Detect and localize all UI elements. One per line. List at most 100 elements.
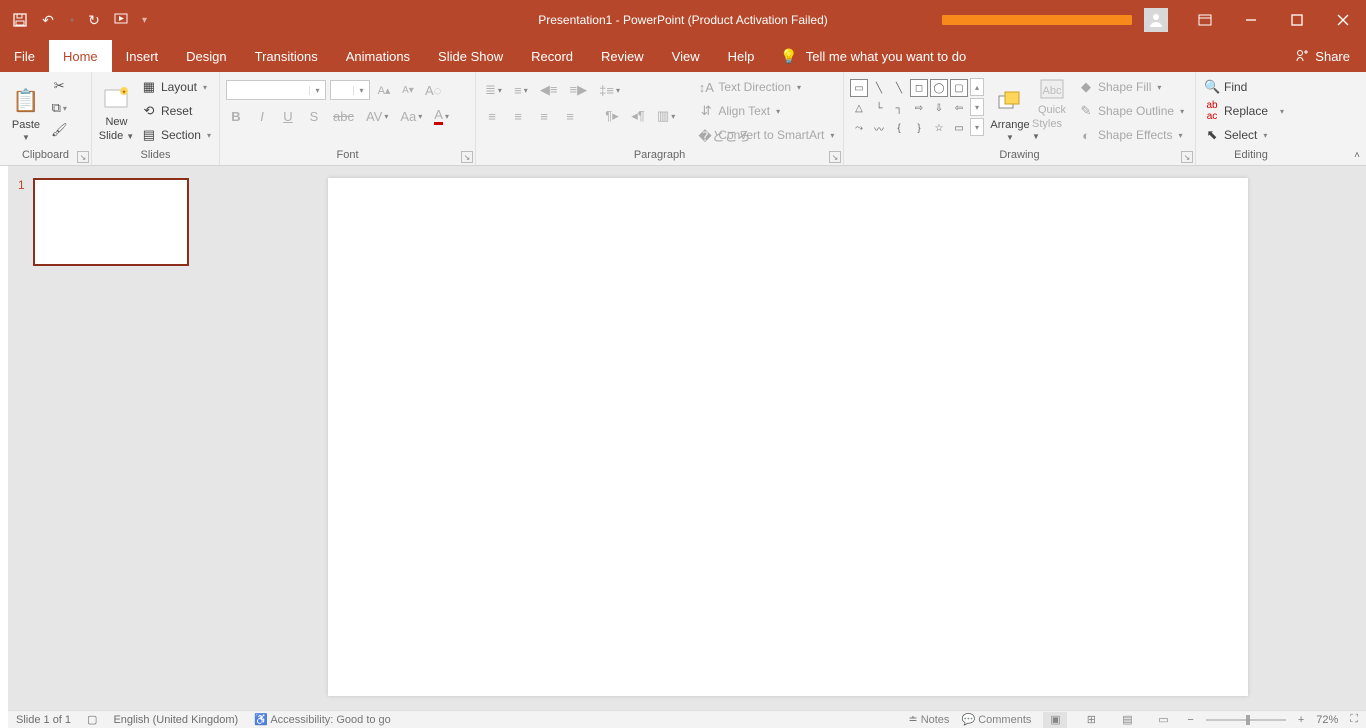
- justify-button[interactable]: ≡: [560, 106, 580, 126]
- rtl-button[interactable]: ◂¶: [628, 106, 648, 126]
- clear-formatting-button[interactable]: A◌: [422, 80, 444, 100]
- decrease-indent-button[interactable]: ◀≡: [537, 80, 561, 100]
- tab-view[interactable]: View: [658, 40, 714, 72]
- font-dialog-launcher[interactable]: ↘: [461, 151, 473, 163]
- find-button[interactable]: 🔍Find: [1202, 76, 1286, 98]
- tab-help[interactable]: Help: [714, 40, 769, 72]
- convert-smartart-button[interactable]: �ところConvert to SmartArt▾: [696, 124, 836, 146]
- thumbnail-row[interactable]: 1: [18, 178, 206, 266]
- zoom-slider[interactable]: [1206, 719, 1286, 721]
- layout-button[interactable]: ▦Layout▾: [139, 76, 213, 98]
- char-spacing-button[interactable]: AV▾: [363, 106, 391, 126]
- shape-freeform-icon[interactable]: 〰: [870, 119, 888, 137]
- italic-button[interactable]: I: [252, 106, 272, 126]
- shape-connector-icon[interactable]: └: [870, 99, 888, 117]
- font-name-combo[interactable]: ▾: [226, 80, 326, 100]
- decrease-font-button[interactable]: A▾: [398, 80, 418, 100]
- slide-canvas-area[interactable]: [216, 166, 1366, 710]
- slide-thumbnail-1[interactable]: [33, 178, 189, 266]
- paste-button[interactable]: 📋 Paste ▼: [6, 76, 46, 142]
- tab-file[interactable]: File: [0, 40, 49, 72]
- tab-slide-show[interactable]: Slide Show: [424, 40, 517, 72]
- shape-oval-icon[interactable]: ◯: [930, 79, 948, 97]
- gallery-expand-icon[interactable]: ▾: [970, 118, 984, 136]
- reset-button[interactable]: ⟲Reset: [139, 100, 213, 122]
- bullets-button[interactable]: ≣▾: [482, 80, 505, 100]
- shape-line-icon[interactable]: ╲: [870, 79, 888, 97]
- redo-icon[interactable]: ↻: [86, 12, 102, 28]
- ltr-button[interactable]: ¶▸: [602, 106, 622, 126]
- paragraph-dialog-launcher[interactable]: ↘: [829, 151, 841, 163]
- scroll-down-icon[interactable]: ▾: [970, 98, 984, 116]
- tab-design[interactable]: Design: [172, 40, 240, 72]
- zoom-level[interactable]: 72%: [1316, 714, 1338, 726]
- comments-button[interactable]: 💬 Comments: [961, 713, 1031, 726]
- line-spacing-button[interactable]: ‡≡▾: [596, 80, 623, 100]
- align-center-button[interactable]: ≡: [508, 106, 528, 126]
- shape-arrow-left-icon[interactable]: ⇦: [950, 99, 968, 117]
- shape-elbow-icon[interactable]: ┐: [890, 99, 908, 117]
- drawing-dialog-launcher[interactable]: ↘: [1181, 151, 1193, 163]
- zoom-in-button[interactable]: +: [1298, 714, 1304, 726]
- shape-line2-icon[interactable]: ╲: [890, 79, 908, 97]
- shape-effects-button[interactable]: ◐Shape Effects▾: [1076, 124, 1186, 146]
- shapes-gallery[interactable]: ▭ ╲ ╲ ◻ ◯ ▢ △ └ ┐ ⇨ ⇩ ⇦ ⤳ 〰 { } ☆: [850, 79, 968, 137]
- undo-more-icon[interactable]: ▾: [70, 16, 74, 25]
- tab-transitions[interactable]: Transitions: [241, 40, 332, 72]
- spellcheck-icon[interactable]: ▢: [87, 713, 97, 726]
- shape-arrow-right-icon[interactable]: ⇨: [910, 99, 928, 117]
- increase-font-button[interactable]: A▴: [374, 80, 394, 100]
- shape-action-icon[interactable]: ▭: [950, 119, 968, 137]
- account-avatar-icon[interactable]: [1144, 8, 1168, 32]
- slide-thumbnail-pane[interactable]: 1: [8, 166, 216, 710]
- change-case-button[interactable]: Aa▾: [397, 106, 425, 126]
- shape-brace-r-icon[interactable]: }: [910, 119, 928, 137]
- close-button[interactable]: [1320, 0, 1366, 40]
- shape-curve-icon[interactable]: ⤳: [850, 119, 868, 137]
- shapes-gallery-scroll[interactable]: ▴ ▾ ▾: [970, 78, 984, 138]
- normal-view-button[interactable]: ▣: [1043, 712, 1067, 728]
- tab-review[interactable]: Review: [587, 40, 658, 72]
- shape-rounded-icon[interactable]: ▢: [950, 79, 968, 97]
- new-slide-button[interactable]: ✦ New Slide ▼: [98, 76, 135, 142]
- accessibility-status[interactable]: ♿ Accessibility: Good to go: [254, 713, 391, 726]
- underline-button[interactable]: U: [278, 106, 298, 126]
- tab-animations[interactable]: Animations: [332, 40, 424, 72]
- clipboard-dialog-launcher[interactable]: ↘: [77, 151, 89, 163]
- copy-button[interactable]: ⧉▾: [48, 98, 71, 118]
- reading-view-button[interactable]: ▤: [1115, 712, 1139, 728]
- arrange-button[interactable]: Arrange ▼: [990, 76, 1030, 142]
- shape-outline-button[interactable]: ✎Shape Outline▾: [1076, 100, 1186, 122]
- shape-star-icon[interactable]: ☆: [930, 119, 948, 137]
- align-right-button[interactable]: ≡: [534, 106, 554, 126]
- ribbon-display-options-icon[interactable]: [1182, 0, 1228, 40]
- shape-triangle-icon[interactable]: △: [850, 99, 868, 117]
- start-from-beginning-icon[interactable]: [114, 12, 130, 28]
- strikethrough-button[interactable]: abc: [330, 106, 357, 126]
- tab-record[interactable]: Record: [517, 40, 587, 72]
- notes-button[interactable]: ≐ Notes: [908, 713, 949, 726]
- numbering-button[interactable]: ≡▾: [511, 80, 531, 100]
- slide-sorter-view-button[interactable]: ⊞: [1079, 712, 1103, 728]
- fit-to-window-button[interactable]: ⛶: [1350, 713, 1358, 726]
- scroll-up-icon[interactable]: ▴: [970, 78, 984, 96]
- shape-brace-l-icon[interactable]: {: [890, 119, 908, 137]
- font-color-button[interactable]: A▾: [431, 106, 452, 126]
- share-button[interactable]: Share: [1279, 40, 1366, 72]
- status-language[interactable]: English (United Kingdom): [113, 714, 238, 726]
- tab-home[interactable]: Home: [49, 40, 112, 72]
- format-painter-button[interactable]: 🖌: [48, 120, 71, 140]
- shape-rectangle-icon[interactable]: ▭: [850, 79, 868, 97]
- bold-button[interactable]: B: [226, 106, 246, 126]
- shape-fill-button[interactable]: ◆Shape Fill▾: [1076, 76, 1186, 98]
- replace-button[interactable]: abacReplace▾: [1202, 100, 1286, 122]
- font-size-combo[interactable]: ▾: [330, 80, 370, 100]
- shape-square-icon[interactable]: ◻: [910, 79, 928, 97]
- collapse-ribbon-icon[interactable]: ˄: [1354, 150, 1360, 161]
- tab-insert[interactable]: Insert: [112, 40, 173, 72]
- align-text-button[interactable]: ⇵Align Text▾: [696, 100, 836, 122]
- shape-arrow-down-icon[interactable]: ⇩: [930, 99, 948, 117]
- quick-styles-button[interactable]: Abc Quick Styles ▼: [1032, 76, 1072, 142]
- undo-icon[interactable]: ↶: [40, 12, 56, 28]
- slide-canvas[interactable]: [328, 178, 1248, 696]
